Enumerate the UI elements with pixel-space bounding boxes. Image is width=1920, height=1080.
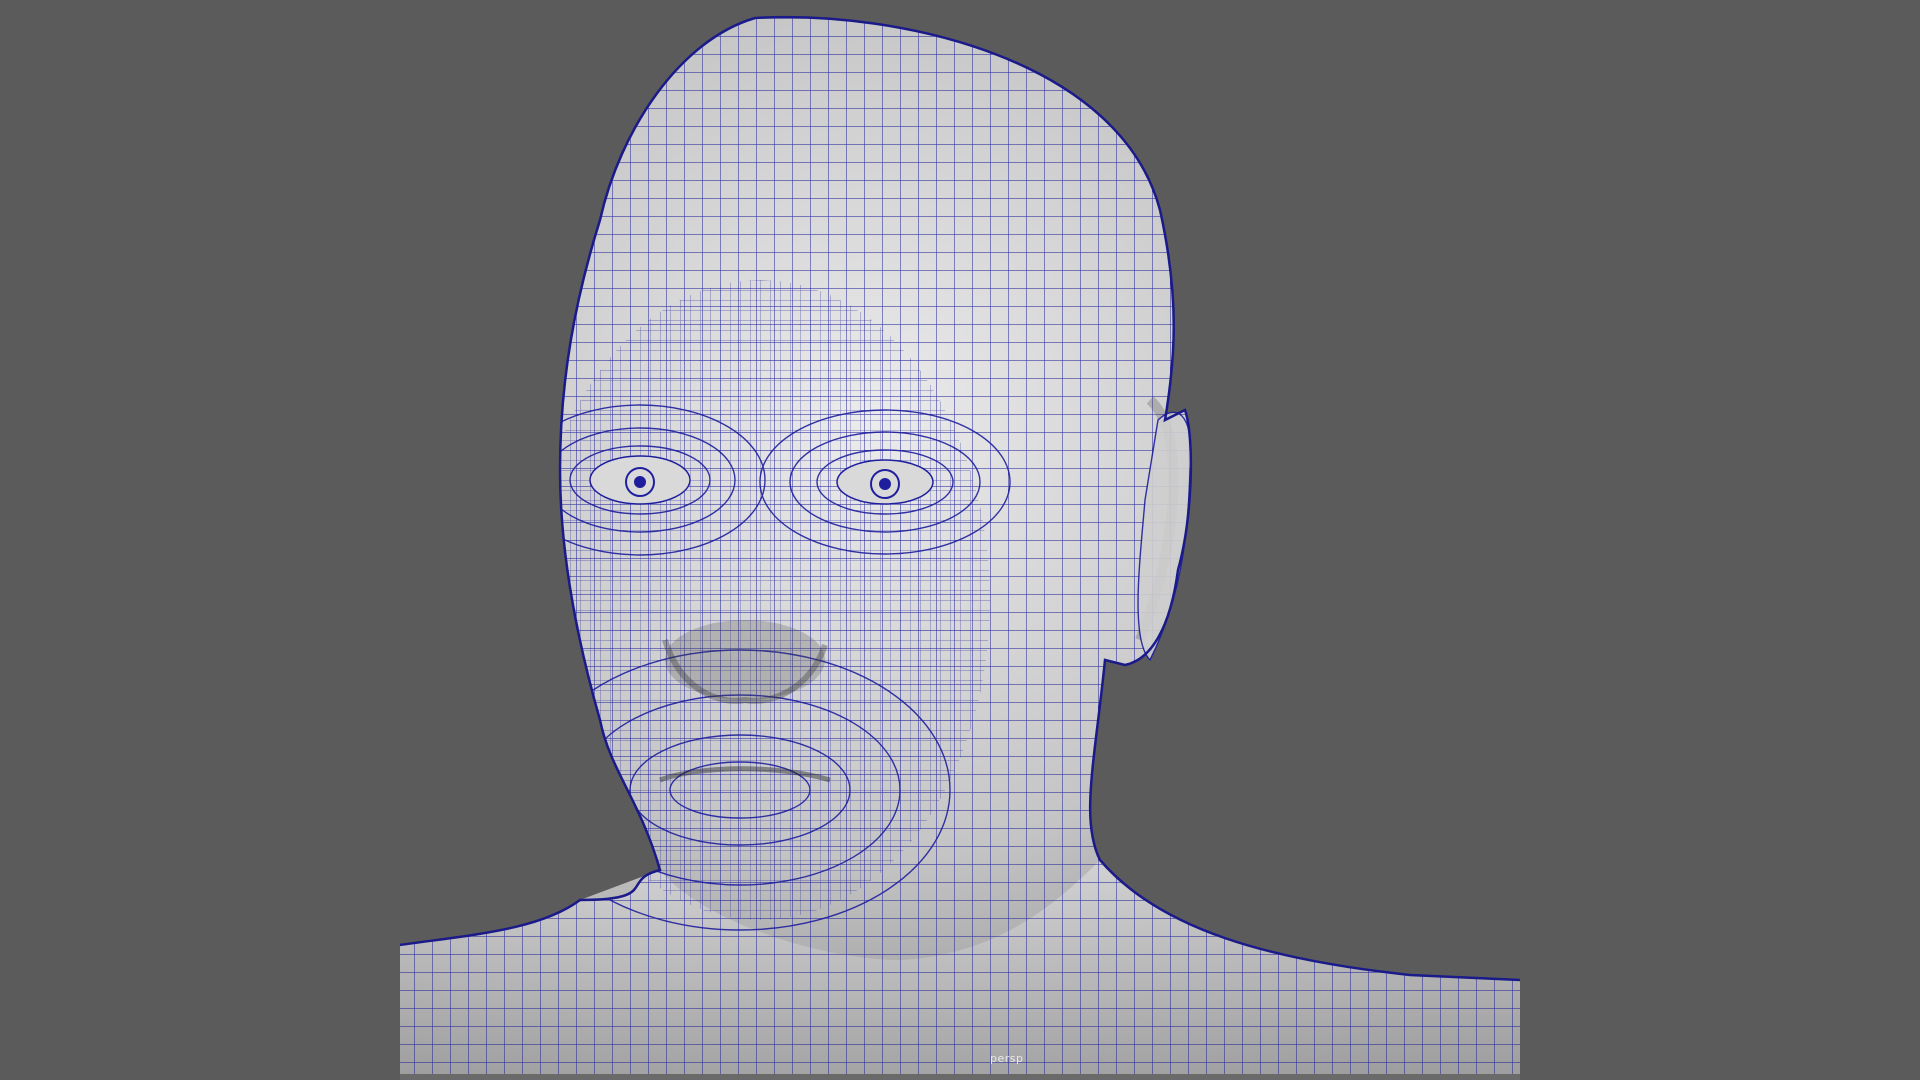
viewport-frame-edge [400,1074,1520,1080]
3d-viewport[interactable]: persp [0,0,1920,1080]
wireframe-head-mesh[interactable] [0,0,1920,1080]
face-wireframe [530,280,990,920]
camera-name-label: persp [990,1052,1024,1065]
left-eye [589,455,691,505]
right-eye [836,459,934,505]
